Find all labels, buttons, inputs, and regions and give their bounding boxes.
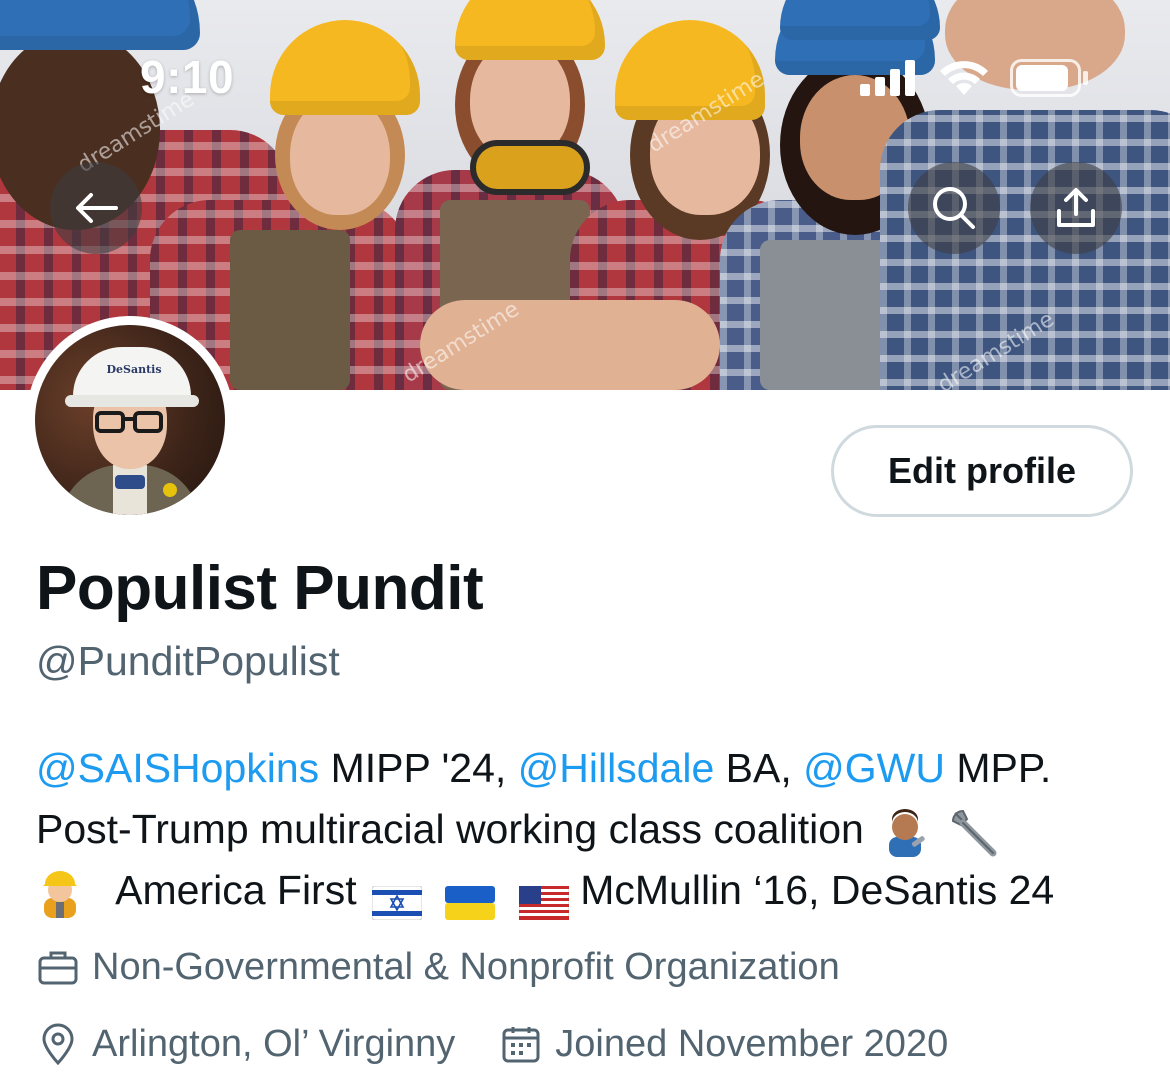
bio-text: MIPP '24, [319, 745, 518, 791]
bio-text: MPP. [944, 745, 1052, 791]
bio-mention-gwu[interactable]: @GWU [803, 745, 945, 791]
woman-construction-worker-emoji-icon [36, 868, 84, 919]
bio-line-2: Post-Trump multiracial working class coa… [36, 799, 1146, 860]
briefcase-icon [36, 945, 80, 989]
bio-text: Post-Trump multiracial working class coa… [36, 806, 864, 852]
location-text: Arlington, Ol’ Virginny [92, 1022, 456, 1065]
wrench-emoji-icon [947, 807, 999, 857]
avatar-hat-text: DeSantis [106, 363, 162, 376]
profile-meta-row: Arlington, Ol’ Virginny Joined November … [36, 1022, 948, 1066]
share-icon [1057, 188, 1095, 227]
display-name: Populist Pundit [36, 554, 484, 623]
back-button[interactable] [50, 162, 142, 254]
wifi-icon [940, 61, 988, 95]
profile-category: Non-Governmental & Nonprofit Organizatio… [36, 945, 840, 989]
profile-bio: @SAISHopkins MIPP '24, @Hillsdale BA, @G… [36, 738, 1146, 921]
bio-mention-saishopkins[interactable]: @SAISHopkins [36, 745, 319, 791]
joined-date-text: Joined November 2020 [555, 1022, 949, 1065]
ukraine-flag-icon [445, 876, 496, 921]
category-text: Non-Governmental & Nonprofit Organizatio… [92, 945, 840, 988]
us-flag-icon [518, 876, 570, 921]
avatar-photo: DeSantis [35, 325, 225, 515]
man-mechanic-emoji-icon [881, 807, 929, 858]
bio-line-1: @SAISHopkins MIPP '24, @Hillsdale BA, @G… [36, 738, 1146, 799]
back-arrow-icon [76, 193, 118, 223]
status-bar-icons [860, 58, 1090, 98]
search-button[interactable] [908, 162, 1000, 254]
cellular-signal-icon [860, 60, 915, 96]
user-handle: @PunditPopulist [36, 638, 340, 684]
israel-flag-icon [371, 876, 423, 921]
share-button[interactable] [1030, 162, 1122, 254]
status-bar-time: 9:10 [140, 51, 235, 103]
calendar-icon [499, 1022, 543, 1066]
battery-icon [1010, 59, 1088, 97]
edit-profile-button[interactable]: Edit profile [831, 425, 1133, 517]
bio-line-3: America First McMullin ‘16, DeSantis 24 [36, 860, 1146, 921]
search-icon [933, 187, 975, 229]
bio-text: BA, [714, 745, 804, 791]
bio-mention-hillsdale[interactable]: @Hillsdale [518, 745, 715, 791]
bio-text: America First [115, 867, 357, 913]
profile-avatar[interactable]: DeSantis [26, 316, 234, 524]
bio-text: McMullin ‘16, DeSantis 24 [580, 867, 1055, 913]
location-pin-icon [36, 1022, 80, 1066]
